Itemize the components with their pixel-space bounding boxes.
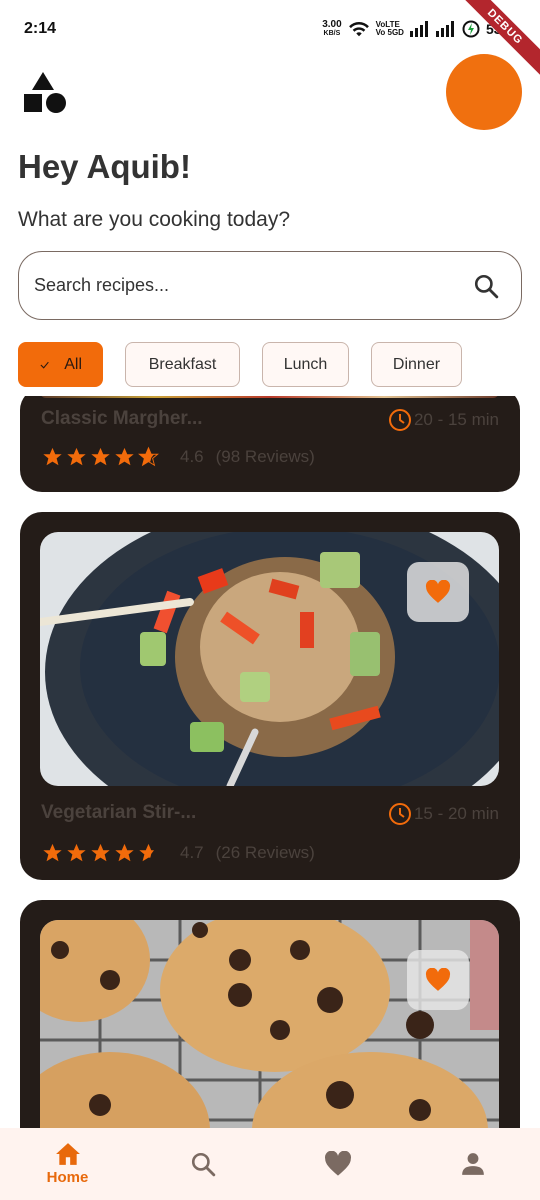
- chip-breakfast-label: Breakfast: [148, 355, 217, 373]
- review-count: (26 Reviews): [215, 843, 315, 862]
- recipe-card[interactable]: [20, 900, 520, 1128]
- star-icon: [43, 843, 62, 862]
- heart-icon: [425, 580, 451, 603]
- search-input[interactable]: [34, 275, 473, 296]
- bottom-navigation: Home: [0, 1128, 540, 1200]
- wifi-icon: [348, 21, 369, 37]
- chip-lunch[interactable]: Lunch: [262, 342, 349, 387]
- greeting-subtitle: What are you cooking today?: [18, 208, 290, 231]
- star-icon: [67, 843, 86, 862]
- star-rating: [41, 842, 160, 864]
- recipe-time-text: 20 - 15 min: [413, 410, 499, 429]
- recipe-title: Classic Margher...: [41, 408, 203, 429]
- filter-chips: All Breakfast Lunch Dinner: [18, 342, 462, 387]
- network-speed: 3.00 KB/S: [322, 20, 341, 38]
- person-icon: [461, 1153, 484, 1175]
- recipe-title: Vegetarian Stir-...: [41, 802, 197, 823]
- chip-dinner-label: Dinner: [392, 355, 441, 373]
- nav-home[interactable]: Home: [0, 1128, 135, 1200]
- nav-home-label: Home: [46, 1169, 89, 1186]
- star-rating: [41, 446, 160, 468]
- nav-profile[interactable]: [405, 1128, 540, 1200]
- clock-icon: [388, 409, 411, 431]
- star-icon: [67, 447, 86, 466]
- recipe-image: [40, 920, 499, 1128]
- favorite-button[interactable]: [407, 950, 469, 1010]
- search-bar[interactable]: [18, 251, 522, 320]
- chip-dinner[interactable]: Dinner: [371, 342, 462, 387]
- nav-favorites[interactable]: [270, 1128, 405, 1200]
- network-speed-unit: KB/S: [323, 30, 341, 37]
- recipe-image-edge: [40, 396, 499, 398]
- chip-lunch-label: Lunch: [283, 355, 328, 373]
- rating-value: 4.6: [180, 447, 204, 466]
- star-icon: [91, 843, 110, 862]
- favorite-button[interactable]: [407, 562, 469, 622]
- rating-value: 4.7: [180, 843, 204, 862]
- star-half-icon: [139, 843, 154, 862]
- network-speed-value: 3.00: [322, 19, 342, 30]
- star-half-icon: [138, 446, 159, 467]
- status-bar: 2:14 3.00 KB/S VoLTE Vo 5GD 53% DEBUG: [0, 0, 540, 80]
- recipe-time: 20 - 15 min: [388, 408, 499, 432]
- app-logo-icon: [24, 72, 66, 113]
- recipe-time: 15 - 20 min: [388, 802, 499, 826]
- nav-search[interactable]: [135, 1128, 270, 1200]
- home-icon: [55, 1143, 80, 1165]
- heart-icon: [425, 968, 451, 991]
- recipe-image: [40, 532, 499, 786]
- review-count: (98 Reviews): [215, 447, 315, 466]
- heart-icon: [324, 1151, 351, 1176]
- volte-line-2: Vo 5GD: [375, 28, 404, 37]
- chip-all[interactable]: All: [18, 342, 103, 387]
- volte-indicator: VoLTE Vo 5GD: [376, 21, 404, 37]
- profile-avatar[interactable]: [446, 54, 522, 130]
- recipe-feed[interactable]: Classic Margher... 20 - 15 min 4.6 (98 R…: [0, 396, 540, 1128]
- star-icon: [115, 843, 134, 862]
- search-icon: [191, 1152, 215, 1177]
- search-icon[interactable]: [473, 273, 499, 299]
- chip-breakfast[interactable]: Breakfast: [125, 342, 240, 387]
- recipe-time-text: 15 - 20 min: [413, 804, 499, 823]
- recipe-rating: 4.7 (26 Reviews): [41, 842, 315, 864]
- status-time: 2:14: [24, 20, 57, 37]
- clock-icon: [388, 803, 411, 825]
- signal-icon: [409, 21, 428, 37]
- recipe-card[interactable]: Vegetarian Stir-... 15 - 20 min 4.7 (26 …: [20, 512, 520, 880]
- greeting-title: Hey Aquib!: [18, 148, 191, 185]
- star-icon: [43, 447, 62, 466]
- recipe-card[interactable]: Classic Margher... 20 - 15 min 4.6 (98 R…: [20, 396, 520, 492]
- chip-all-label: All: [64, 355, 82, 373]
- check-icon: [40, 361, 49, 369]
- star-icon: [115, 447, 134, 466]
- star-icon: [91, 447, 110, 466]
- recipe-rating: 4.6 (98 Reviews): [41, 446, 315, 468]
